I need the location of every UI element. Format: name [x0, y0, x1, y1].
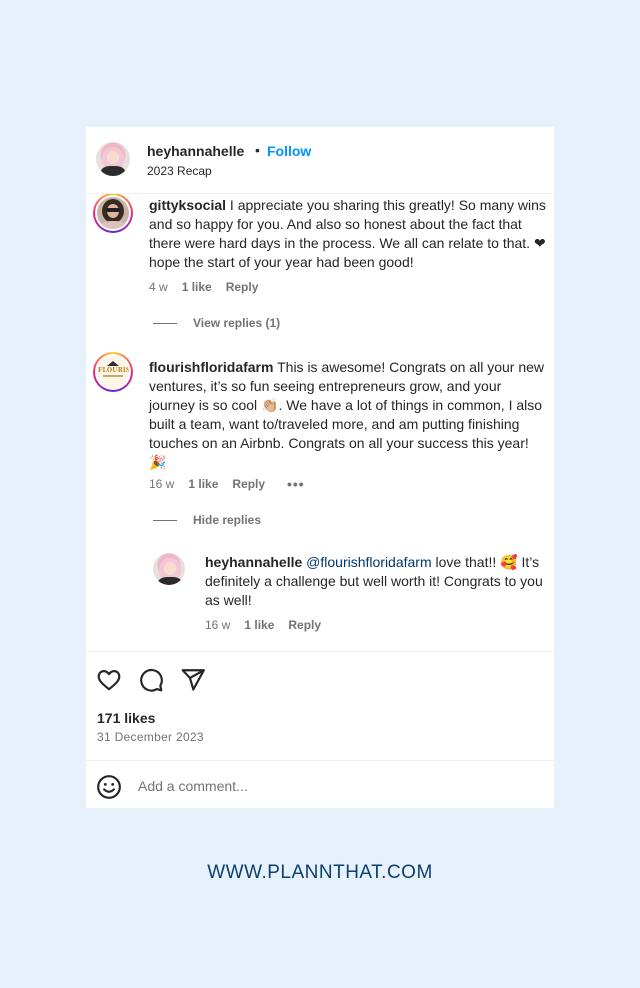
add-comment-input[interactable]	[138, 778, 518, 794]
post-subtitle: 2023 Recap	[147, 164, 212, 178]
hide-replies-label: Hide replies	[193, 513, 262, 527]
comment-likes[interactable]: 1 like	[188, 477, 218, 491]
likes-count[interactable]: 171 likes	[97, 710, 155, 726]
follow-button[interactable]: Follow	[267, 143, 311, 159]
share-icon[interactable]	[180, 667, 206, 693]
reply-button[interactable]: Reply	[232, 477, 265, 491]
reply-meta: 16 w 1 like Reply	[205, 618, 335, 632]
comment-likes[interactable]: 1 like	[182, 280, 212, 294]
comment-username[interactable]: gittyksocial	[149, 197, 226, 213]
hide-replies-button[interactable]: Hide replies	[153, 513, 261, 527]
comment-text: This is awesome! Congrats on all your ne…	[149, 359, 545, 470]
avatar-flourishfloridafarm[interactable]: FLOURISH	[93, 352, 133, 392]
divider	[86, 760, 554, 761]
reply-mention[interactable]: @flourishfloridafarm	[306, 554, 431, 570]
divider	[86, 651, 554, 652]
avatar-heyhannahelle-reply[interactable]	[153, 553, 185, 585]
reply-likes[interactable]: 1 like	[244, 618, 274, 632]
reply-body: heyhannahelle @flourishfloridafarm love …	[205, 553, 553, 610]
reply-time: 16 w	[205, 618, 231, 632]
reply-username[interactable]: heyhannahelle	[205, 554, 302, 570]
more-options-icon[interactable]: •••	[287, 476, 305, 492]
comment-username[interactable]: flourishfloridafarm	[149, 359, 273, 375]
post-username[interactable]: heyhannahelle	[147, 143, 244, 159]
post-header: heyhannahelle • Follow 2023 Recap	[86, 127, 554, 194]
comment-body: flourishfloridafarm This is awesome! Con…	[149, 358, 549, 472]
post-card: gittyksocial I appreciate you sharing th…	[86, 127, 554, 808]
comment-icon[interactable]	[138, 667, 164, 693]
footer-url[interactable]: WWW.PLANNTHAT.COM	[0, 862, 640, 884]
view-replies-label: View replies (1)	[193, 316, 281, 330]
comment-time: 4 w	[149, 280, 168, 294]
avatar-heyhannahelle[interactable]	[96, 142, 130, 176]
reply-button[interactable]: Reply	[226, 280, 259, 294]
heart-icon[interactable]	[96, 667, 122, 693]
post-date: 31 December 2023	[97, 730, 204, 744]
separator-dot: •	[255, 142, 260, 158]
view-replies-button[interactable]: View replies (1)	[153, 316, 280, 330]
avatar-logo-text: FLOURISH	[98, 367, 129, 374]
comment-meta: 16 w 1 like Reply	[149, 477, 279, 491]
emoji-icon[interactable]	[96, 774, 122, 800]
avatar-gittyksocial[interactable]	[93, 193, 133, 233]
reply-button[interactable]: Reply	[288, 618, 321, 632]
comment-meta: 4 w 1 like Reply	[149, 280, 272, 294]
comment-body: gittyksocial I appreciate you sharing th…	[149, 196, 549, 272]
comment-time: 16 w	[149, 477, 175, 491]
